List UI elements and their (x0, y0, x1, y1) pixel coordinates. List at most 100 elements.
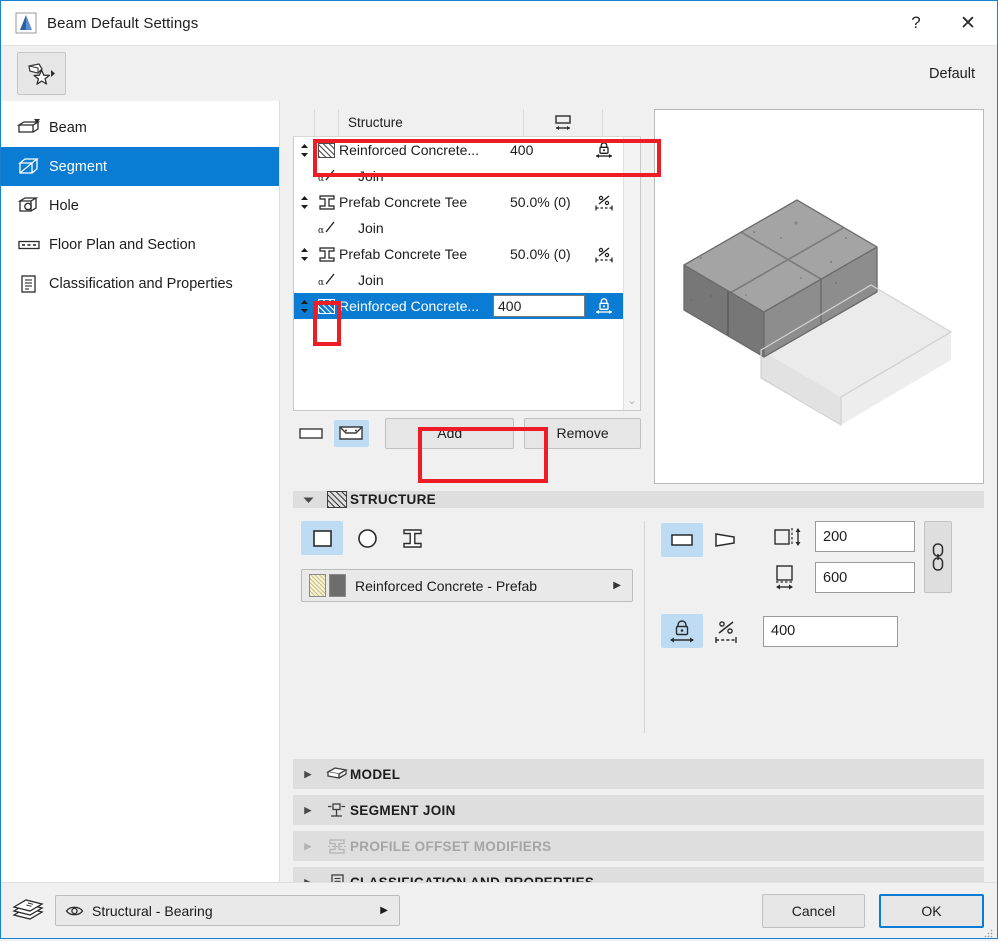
segment-list-scrollbar[interactable]: ⌃ ⌄ (623, 137, 640, 410)
width-input[interactable]: 600 (815, 562, 915, 593)
scroll-down-icon[interactable]: ⌄ (627, 396, 636, 407)
segment-icon (17, 156, 43, 178)
sidebar-item-classification-and-properties[interactable]: Classification and Properties (1, 264, 279, 303)
link-dimensions-button[interactable] (924, 521, 952, 593)
window-controls: ? ✕ (893, 1, 997, 45)
length-mode-toggles (661, 614, 747, 648)
layers-icon[interactable] (1, 898, 55, 924)
rectangle-profile-icon (310, 526, 335, 551)
segment-row-join[interactable]: α Join (294, 163, 623, 189)
cancel-button[interactable]: Cancel (762, 894, 865, 928)
height-input[interactable]: 200 (815, 521, 915, 552)
link-chain-icon (930, 541, 946, 573)
section-title: MODEL (350, 767, 400, 782)
segmented-beam-toggle[interactable] (334, 420, 370, 447)
floor-plan-icon (17, 234, 43, 256)
favorites-button[interactable] (17, 52, 66, 95)
sidebar-item-segment[interactable]: Segment (1, 147, 279, 186)
fixed-length-toggle[interactable] (661, 614, 703, 648)
segment-row-join[interactable]: α Join (294, 215, 623, 241)
segment-join-icon (323, 801, 350, 820)
sidebar-item-beam[interactable]: Beam (1, 108, 279, 147)
percentage-length-toggle[interactable] (705, 614, 747, 648)
section-title: PROFILE OFFSET MODIFIERS (350, 839, 551, 854)
column-header-structure: Structure (339, 115, 523, 130)
fixed-dimension-lock-icon[interactable] (585, 141, 623, 159)
percentage-dimension-icon[interactable] (585, 245, 623, 263)
segment-list-column: Structure (293, 109, 641, 484)
segment-row-structure[interactable]: Prefab Concrete Tee 50.0% (0) (294, 241, 623, 267)
sidebar: Beam Segment (1, 101, 280, 882)
simple-beam-icon (298, 425, 324, 442)
archicad-logo-icon (15, 12, 37, 34)
structure-section-header[interactable]: STRUCTURE (293, 491, 984, 508)
length-input[interactable]: 400 (763, 616, 898, 647)
favorites-toolbar: Default (1, 45, 997, 101)
height-dimension-icon (763, 525, 815, 549)
reorder-spinner-icon[interactable] (294, 195, 315, 210)
ibeam-profile-toggle[interactable] (391, 521, 433, 555)
profile-offset-icon (323, 837, 350, 856)
material-combobox[interactable]: Reinforced Concrete - Prefab ▶ (301, 569, 633, 602)
reorder-spinner-icon[interactable] (294, 247, 315, 262)
model-box-icon (323, 765, 350, 783)
beam-preview-image (655, 110, 983, 483)
rectangle-profile-toggle[interactable] (301, 521, 343, 555)
chevron-right-icon[interactable]: ▶ (613, 580, 621, 591)
dimension-fields: 200 (763, 521, 915, 593)
width-dimension-icon (763, 564, 815, 592)
layer-combobox[interactable]: Structural - Bearing ▶ (55, 895, 400, 926)
resize-grip-icon[interactable] (984, 926, 993, 935)
straight-segment-icon (668, 530, 696, 550)
sidebar-item-hole[interactable]: Hole (1, 186, 279, 225)
scroll-up-icon[interactable]: ⌃ (627, 140, 636, 151)
fill-swatch (309, 574, 326, 597)
hatch-icon (315, 143, 338, 158)
circle-profile-toggle[interactable] (346, 521, 388, 555)
chevron-right-icon[interactable]: ▶ (380, 905, 388, 916)
settings-pane: Structure (280, 101, 997, 882)
tapered-segment-icon (712, 530, 740, 550)
chevron-right-icon[interactable]: ▶ (293, 805, 323, 816)
classification-icon (17, 273, 43, 295)
segment-length-input[interactable]: 400 (493, 295, 585, 317)
eye-icon[interactable] (65, 904, 84, 918)
reorder-spinner-icon[interactable] (294, 299, 315, 314)
material-label: Reinforced Concrete - Prefab (355, 578, 613, 594)
remove-button[interactable]: Remove (524, 418, 641, 449)
close-button[interactable]: ✕ (939, 1, 997, 45)
beam-default-settings-dialog: Beam Default Settings ? ✕ Default (0, 0, 998, 939)
tapered-segment-toggle[interactable] (705, 523, 747, 557)
segment-end-toggles (661, 521, 747, 557)
percentage-dimension-icon[interactable] (585, 193, 623, 211)
fixed-dimension-lock-icon[interactable] (585, 297, 623, 315)
hatch-icon (315, 299, 338, 314)
reorder-spinner-icon[interactable] (294, 143, 315, 158)
help-button[interactable]: ? (893, 1, 939, 45)
add-button[interactable]: Add (385, 418, 514, 449)
angle-join-icon: α (315, 220, 338, 236)
simple-beam-toggle[interactable] (293, 420, 329, 447)
3d-preview[interactable] (654, 109, 984, 484)
model-section-header[interactable]: ▶ MODEL (293, 759, 984, 789)
chevron-right-icon[interactable]: ▶ (293, 769, 323, 780)
ok-button[interactable]: OK (879, 894, 984, 928)
segment-row-join[interactable]: α Join (294, 267, 623, 293)
straight-segment-toggle[interactable] (661, 523, 703, 557)
segment-row-structure[interactable]: Reinforced Concrete... 400 (294, 137, 623, 163)
profile-offset-modifiers-section-header: ▶ PROFILE OFFSET MODIFIERS (293, 831, 984, 861)
surface-swatch (329, 574, 346, 597)
segment-list[interactable]: Reinforced Concrete... 400 (293, 137, 641, 411)
material-swatches (309, 574, 346, 597)
sidebar-item-floor-plan-and-section[interactable]: Floor Plan and Section (1, 225, 279, 264)
segmented-beam-icon (338, 424, 364, 442)
section-divider (644, 521, 645, 733)
segment-row-structure[interactable]: Prefab Concrete Tee 50.0% (0) (294, 189, 623, 215)
segment-list-buttons: Add Remove (293, 411, 641, 455)
dialog-body: Beam Segment (1, 101, 997, 882)
sidebar-item-label: Hole (49, 198, 79, 214)
chevron-down-icon[interactable] (293, 496, 323, 504)
width-dimension-icon (552, 113, 574, 133)
segment-row-structure-selected[interactable]: Reinforced Concrete... 400 (294, 293, 623, 319)
segment-join-section-header[interactable]: ▶ SEGMENT JOIN (293, 795, 984, 825)
